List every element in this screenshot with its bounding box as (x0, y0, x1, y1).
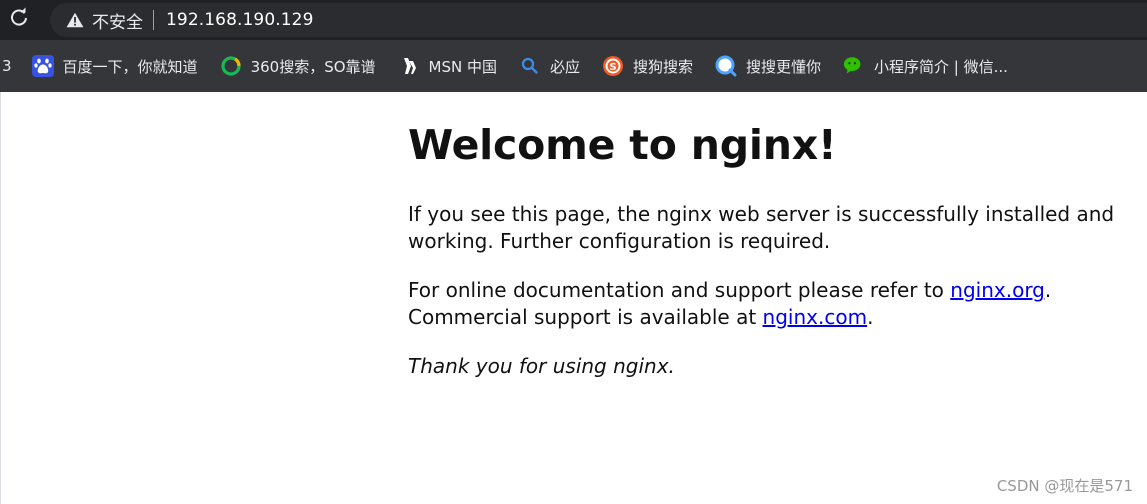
intro-text: If you see this page, the nginx web serv… (408, 202, 1115, 254)
msn-butterfly-icon (398, 55, 420, 77)
sogou-icon: S (602, 55, 624, 77)
commercial-text-end: . (867, 305, 874, 330)
reload-icon (9, 7, 29, 31)
bookmark-label: 必应 (549, 57, 580, 76)
bookmark-bing[interactable]: 必应 (519, 50, 580, 82)
page-viewport: Welcome to nginx! If you see this page, … (0, 92, 1147, 504)
nginx-com-link[interactable]: nginx.com (763, 305, 868, 329)
bookmark-wechat-miniprogram[interactable]: 小程序简介 | 微信... (843, 50, 1008, 82)
address-bar[interactable]: 不安全 192.168.190.129 (50, 3, 1147, 37)
nginx-org-link[interactable]: nginx.org (950, 278, 1045, 302)
svg-text:S: S (609, 62, 616, 73)
bookmark-label: 百度一下，你就知道 (62, 57, 198, 76)
csdn-watermark: CSDN @现在是571 (996, 477, 1133, 495)
warning-triangle-icon[interactable] (66, 11, 84, 29)
security-status-label[interactable]: 不安全 (92, 8, 143, 33)
360-search-icon (220, 55, 242, 77)
bookmark-360-search[interactable]: 360搜索，SO靠谱 (220, 50, 376, 82)
bookmark-label: 搜搜更懂你 (746, 57, 822, 76)
baidu-paw-icon (31, 55, 54, 77)
wechat-icon (843, 55, 865, 77)
docs-text: For online documentation and support ple… (408, 278, 951, 303)
browser-toolbar: 不安全 192.168.190.129 (0, 0, 1147, 40)
page-title: Welcome to nginx! (408, 121, 837, 169)
support-paragraph: For online documentation and support ple… (408, 277, 1128, 331)
reload-button[interactable] (6, 6, 32, 32)
bookmark-msn[interactable]: MSN 中国 (398, 50, 497, 82)
bookmark-baidu[interactable]: 百度一下，你就知道 (31, 50, 198, 82)
bookmark-overflow-stub[interactable]: 3 (2, 57, 12, 75)
omnibox-divider (153, 10, 154, 30)
thank-you-text: Thank you for using nginx. (408, 354, 675, 379)
bookmark-label: 小程序简介 | 微信... (874, 57, 1008, 76)
bookmark-label: 360搜索，SO靠谱 (250, 57, 376, 76)
bookmark-label: 搜狗搜索 (633, 57, 694, 76)
docs-text-end: . (1044, 278, 1052, 303)
bookmark-soso[interactable]: 搜搜更懂你 (715, 50, 821, 82)
nginx-welcome-body: Welcome to nginx! If you see this page, … (408, 121, 1128, 402)
bookmark-sogou[interactable]: S 搜狗搜索 (602, 50, 693, 82)
bing-search-icon (519, 55, 541, 77)
url-text[interactable]: 192.168.190.129 (166, 10, 314, 30)
bookmarks-bar: 3 百度一下，你就知道 360搜索，SO靠谱 MSN 中国 必应 S 搜狗搜索 … (0, 40, 1147, 92)
commercial-text: Commercial support is available at (408, 305, 763, 330)
bookmark-label: MSN 中国 (428, 57, 497, 76)
intro-paragraph: If you see this page, the nginx web serv… (408, 201, 1128, 255)
soso-icon (715, 55, 737, 77)
